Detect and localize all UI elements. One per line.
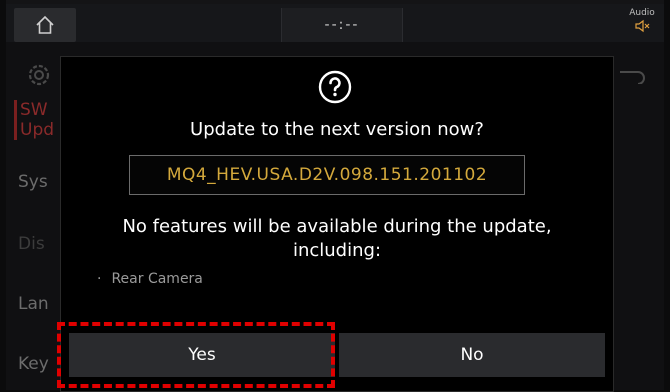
home-icon xyxy=(36,15,54,34)
sidebar-item-sw-update: SW Upd xyxy=(14,100,54,140)
status-bar: --:-- Audio xyxy=(6,4,664,42)
clock-display: --:-- xyxy=(281,8,403,42)
sidebar-item-display: Dis xyxy=(18,234,45,254)
audio-label: Audio xyxy=(629,8,655,18)
question-icon xyxy=(318,70,352,104)
dialog-title: Update to the next version now? xyxy=(190,119,484,140)
sidebar-item-system: Sys xyxy=(18,172,48,192)
home-button[interactable] xyxy=(14,8,76,42)
feature-list-item: · Rear Camera xyxy=(97,271,203,287)
bullet: · xyxy=(97,271,102,287)
gear-icon xyxy=(28,64,50,86)
feature-label: Rear Camera xyxy=(111,271,203,287)
no-button[interactable]: No xyxy=(339,333,605,377)
speaker-mute-icon xyxy=(635,19,650,33)
yes-button-highlight xyxy=(57,322,335,388)
sidebar-item-language: Lan xyxy=(18,294,49,314)
dialog-message: No features will be available during the… xyxy=(122,216,552,261)
back-arrow-icon xyxy=(620,71,645,84)
sidebar-item-keyboard: Key xyxy=(18,354,49,374)
sidebar-item-label: SW Upd xyxy=(20,100,55,140)
audio-indicator[interactable]: Audio xyxy=(626,8,658,37)
version-label: MQ4_HEV.USA.D2V.098.151.201102 xyxy=(129,155,525,195)
